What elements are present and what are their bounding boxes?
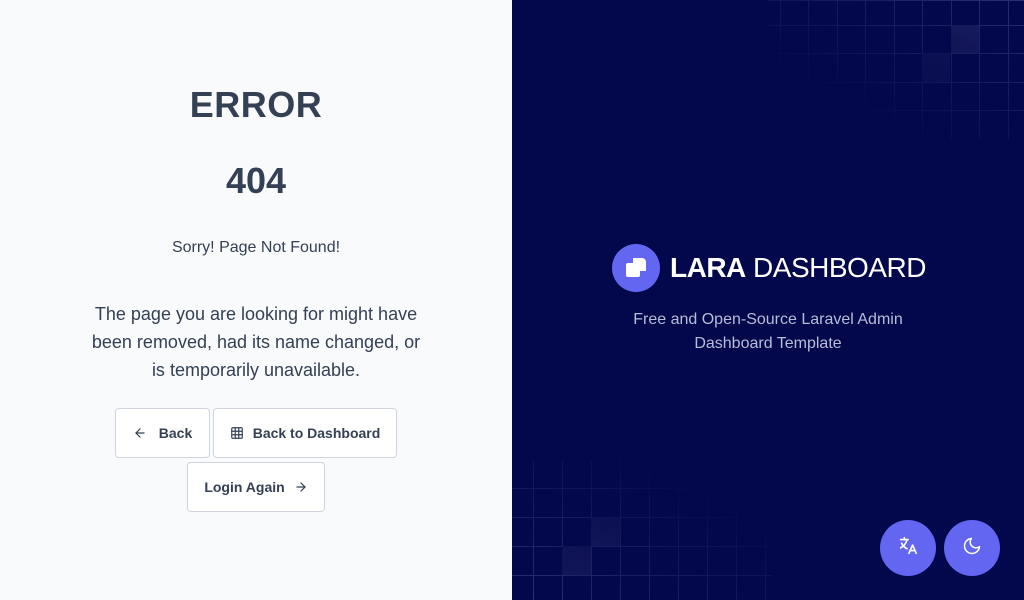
login-again-button[interactable]: Login Again bbox=[187, 462, 325, 512]
arrow-left-icon bbox=[133, 426, 147, 440]
theme-toggle-button[interactable] bbox=[944, 520, 1000, 576]
back-button-label: Back bbox=[158, 425, 193, 441]
translate-icon bbox=[897, 535, 919, 562]
brand-tagline: Free and Open-Source Laravel Admin Dashb… bbox=[633, 311, 903, 352]
decorative-grid-top bbox=[768, 0, 1024, 140]
decorative-grid-bottom bbox=[512, 460, 772, 600]
error-description: The page you are looking for might have … bbox=[91, 304, 421, 380]
brand-name: LARA DASHBOARD bbox=[670, 252, 926, 284]
brand-name-light: DASHBOARD bbox=[753, 252, 926, 283]
back-button[interactable]: Back bbox=[115, 408, 210, 458]
grid-icon bbox=[230, 426, 244, 440]
error-title: ERROR bbox=[189, 84, 323, 125]
moon-icon bbox=[962, 536, 982, 561]
brand-panel: LARA DASHBOARD Free and Open-Source Lara… bbox=[512, 0, 1024, 600]
error-code: 404 bbox=[225, 160, 287, 201]
brand-logo: LARA DASHBOARD bbox=[612, 243, 932, 293]
lara-logo-icon bbox=[612, 244, 660, 292]
back-to-dashboard-button[interactable]: Back to Dashboard bbox=[213, 408, 397, 458]
login-button-label: Login Again bbox=[204, 479, 285, 495]
error-subtitle: Sorry! Page Not Found! bbox=[171, 239, 341, 256]
dashboard-button-label: Back to Dashboard bbox=[252, 425, 381, 441]
brand-name-bold: LARA bbox=[670, 252, 746, 283]
language-button[interactable] bbox=[880, 520, 936, 576]
arrow-right-icon bbox=[294, 480, 308, 494]
error-panel: ERROR 404 Sorry! Page Not Found! The pag… bbox=[0, 0, 512, 600]
